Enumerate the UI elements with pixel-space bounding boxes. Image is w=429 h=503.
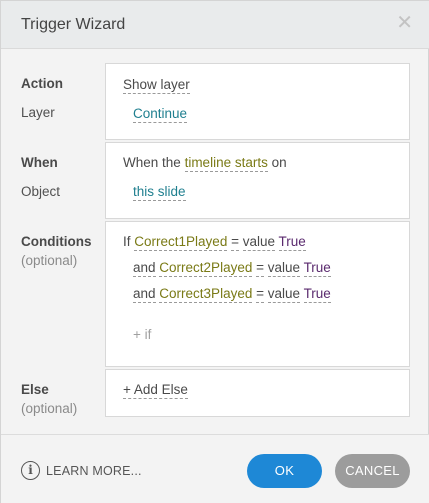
when-prefix: When the	[123, 155, 181, 170]
condition-join[interactable]: and	[133, 260, 156, 277]
condition-join: If	[123, 234, 131, 249]
else-label: Else	[21, 382, 49, 397]
layer-label: Layer	[21, 105, 55, 120]
conditions-optional: (optional)	[21, 253, 78, 268]
conditions-label: Conditions	[21, 234, 92, 249]
title-bar: Trigger Wizard ✕	[1, 1, 429, 49]
trigger-wizard-dialog: Trigger Wizard ✕ Action Layer Show layer…	[0, 0, 429, 503]
add-if-button[interactable]: + if	[133, 327, 151, 342]
else-panel: + Add Else	[105, 369, 410, 417]
when-suffix: on	[271, 155, 287, 170]
else-optional: (optional)	[21, 401, 78, 416]
condition-row: and Correct2Played = value True	[133, 260, 331, 277]
condition-variable[interactable]: Correct1Played	[134, 234, 228, 251]
when-label: When	[21, 155, 58, 170]
condition-value[interactable]: True	[278, 234, 306, 251]
dialog-footer: i LEARN MORE... OK CANCEL	[1, 434, 429, 503]
action-label: Action	[21, 76, 63, 91]
condition-value[interactable]: True	[303, 260, 331, 277]
dialog-title: Trigger Wizard	[21, 16, 126, 33]
object-dropdown[interactable]: this slide	[133, 184, 186, 201]
condition-row: If Correct1Played = value True	[123, 234, 306, 251]
cancel-button[interactable]: CANCEL	[335, 454, 410, 488]
action-dropdown[interactable]: Show layer	[123, 77, 190, 94]
when-panel: When the timeline starts on this slide	[105, 142, 410, 219]
condition-variable[interactable]: Correct3Played	[159, 286, 253, 303]
condition-operator[interactable]: =	[256, 286, 264, 303]
condition-row: and Correct3Played = value True	[133, 286, 331, 303]
condition-variable[interactable]: Correct2Played	[159, 260, 253, 277]
condition-kind[interactable]: value	[267, 260, 301, 277]
object-label: Object	[21, 184, 61, 199]
close-icon[interactable]: ✕	[396, 11, 413, 35]
condition-kind[interactable]: value	[267, 286, 301, 303]
conditions-panel: If Correct1Played = value True and Corre…	[105, 221, 410, 367]
condition-join[interactable]: and	[133, 286, 156, 303]
add-else-button[interactable]: + Add Else	[123, 382, 188, 399]
condition-operator[interactable]: =	[256, 260, 264, 277]
condition-value[interactable]: True	[303, 286, 331, 303]
ok-button[interactable]: OK	[247, 454, 322, 488]
layer-dropdown[interactable]: Continue	[133, 106, 188, 123]
info-icon[interactable]: i	[21, 461, 40, 480]
event-dropdown[interactable]: timeline starts	[184, 155, 268, 172]
condition-kind[interactable]: value	[242, 234, 276, 251]
learn-more-link[interactable]: LEARN MORE...	[46, 464, 142, 478]
condition-operator[interactable]: =	[231, 234, 239, 251]
action-panel: Show layer Continue	[105, 63, 410, 140]
